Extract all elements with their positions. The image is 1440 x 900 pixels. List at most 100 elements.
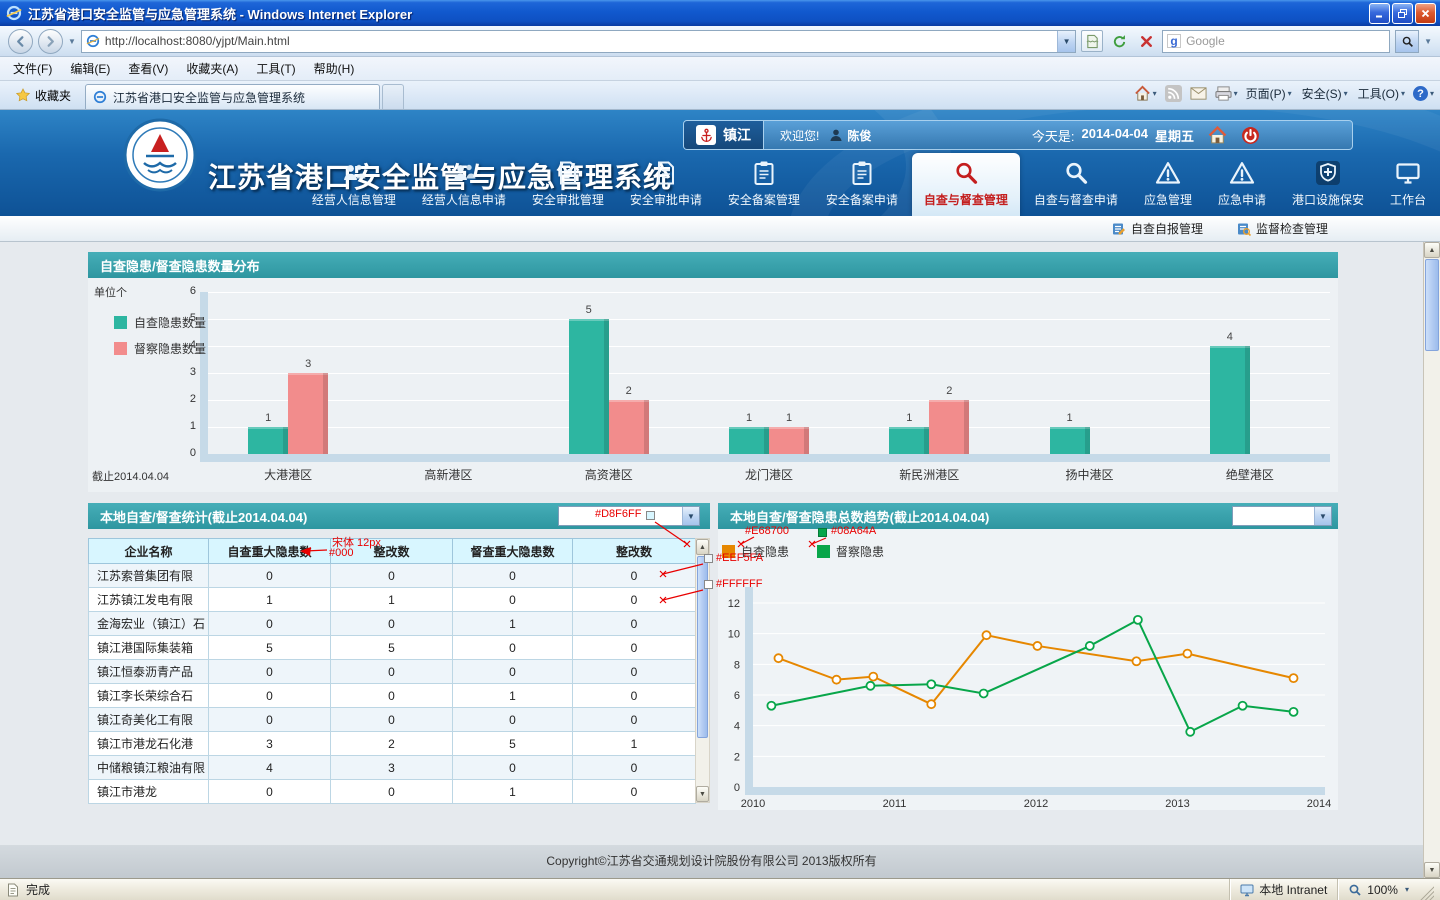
nav-item-8[interactable]: 自查与督查申请 xyxy=(1022,153,1130,216)
search-dropdown-button[interactable]: ▼ xyxy=(1424,37,1432,46)
resize-grip[interactable] xyxy=(1419,885,1434,900)
search-button[interactable] xyxy=(1395,30,1419,53)
star-icon xyxy=(16,88,30,102)
svg-text:2012: 2012 xyxy=(1024,798,1048,810)
menu-item-6[interactable]: 帮助(H) xyxy=(305,57,364,80)
read-mail-icon[interactable] xyxy=(1190,85,1207,102)
feeds-icon[interactable] xyxy=(1165,85,1182,102)
table-row-6[interactable]: 镇江李长荣综合石0010 xyxy=(89,684,696,708)
table-row-9[interactable]: 中储粮镇江粮油有限4300 xyxy=(89,756,696,780)
table-scrollbar-thumb[interactable] xyxy=(697,556,708,738)
trend-filter-dropdown[interactable]: ▼ xyxy=(1232,506,1332,526)
table-scrollbar[interactable]: ▲ ▼ xyxy=(695,538,710,803)
nav-item-5[interactable]: 安全备案管理 xyxy=(716,153,812,216)
page-scroll-down-button[interactable]: ▼ xyxy=(1424,862,1440,878)
document-status-icon xyxy=(6,883,20,897)
nav-item-2[interactable]: 经营人信息申请 xyxy=(410,153,518,216)
refresh-button[interactable] xyxy=(1108,30,1130,52)
page-menu-button[interactable]: 页面(P)▾ xyxy=(1246,85,1292,102)
favorites-button[interactable]: 收藏夹 xyxy=(6,83,81,107)
page-scrollbar-thumb[interactable] xyxy=(1425,259,1439,351)
stop-button[interactable] xyxy=(1135,30,1157,52)
trend-chart-panel: 本地自查/督查隐患总数趋势(截止2014.04.04) ▼ 自查隐患督察隐患 0… xyxy=(718,503,1338,810)
bar-panel-title: 自查隐患/督查隐患数量分布 xyxy=(100,256,260,275)
nav-item-1[interactable]: 经营人信息管理 xyxy=(300,153,408,216)
home-button[interactable]: ▾ xyxy=(1134,85,1157,102)
nav-item-6[interactable]: 安全备案申请 xyxy=(814,153,910,216)
document-icon xyxy=(653,160,679,186)
nav-item-7[interactable]: 自查与督查管理 xyxy=(912,153,1020,216)
menu-item-4[interactable]: 收藏夹(A) xyxy=(177,57,247,80)
intranet-icon xyxy=(1240,883,1254,897)
page-scroll-up-button[interactable]: ▲ xyxy=(1424,242,1440,258)
table-row-8[interactable]: 镇江市港龙石化港3251 xyxy=(89,732,696,756)
forward-button[interactable] xyxy=(38,29,63,54)
search-box[interactable]: g Google xyxy=(1162,30,1390,53)
recent-pages-dropdown[interactable]: ▼ xyxy=(68,37,76,46)
welcome-text: 欢迎您! xyxy=(780,127,819,144)
table-row-1[interactable]: 江苏索普集团有限0000 xyxy=(89,564,696,588)
table-row-4[interactable]: 镇江港国际集装箱5500 xyxy=(89,636,696,660)
table-scroll-down-button[interactable]: ▼ xyxy=(696,786,709,802)
back-button[interactable] xyxy=(8,29,33,54)
dropdown-arrow-icon[interactable]: ▼ xyxy=(682,507,699,525)
user-name: 陈俊 xyxy=(847,127,871,144)
subnav-item-1[interactable]: 自查自报管理 xyxy=(1112,220,1203,237)
new-tab-button[interactable] xyxy=(382,84,404,109)
bar-category-4: 龙门港区 xyxy=(689,466,849,483)
menu-item-2[interactable]: 编辑(E) xyxy=(61,57,119,80)
help-button[interactable]: ?▾ xyxy=(1413,86,1434,101)
page-scrollbar[interactable]: ▲ ▼ xyxy=(1423,242,1440,878)
tools-menu-button[interactable]: 工具(O)▾ xyxy=(1358,85,1405,102)
security-zone: 本地 Intranet xyxy=(1229,879,1337,900)
svg-text:12: 12 xyxy=(728,598,740,610)
bar-series2-cat5 xyxy=(929,400,969,454)
compatibility-view-button[interactable] xyxy=(1081,30,1103,52)
browser-tab[interactable]: 江苏省港口安全监管与应急管理系统 xyxy=(85,84,380,109)
document-icon xyxy=(555,160,581,186)
nav-item-12[interactable]: 工作台 xyxy=(1378,153,1438,216)
table-row-7[interactable]: 镇江奇美化工有限0000 xyxy=(89,708,696,732)
url-dropdown-button[interactable]: ▼ xyxy=(1057,31,1075,52)
nav-item-label: 自查与督查申请 xyxy=(1034,191,1118,208)
nav-item-label: 自查与督查管理 xyxy=(924,191,1008,208)
url-text[interactable]: http://localhost:8080/yjpt/Main.html xyxy=(105,34,1052,48)
clipboard-icon xyxy=(751,160,777,186)
bar-panel-header: 自查隐患/督查隐患数量分布 xyxy=(88,252,1338,278)
dropdown-arrow-icon[interactable]: ▼ xyxy=(1314,507,1331,525)
table-row-5[interactable]: 镇江恒泰沥青产品0000 xyxy=(89,660,696,684)
printer-icon xyxy=(1215,85,1232,102)
minimize-button[interactable] xyxy=(1369,3,1390,24)
print-button[interactable]: ▾ xyxy=(1215,85,1238,102)
nav-item-9[interactable]: 应急管理 xyxy=(1132,153,1204,216)
svg-text:4: 4 xyxy=(734,721,740,733)
table-row-10[interactable]: 镇江市港龙0010 xyxy=(89,780,696,804)
zoom-dropdown-icon[interactable]: ▾ xyxy=(1405,885,1409,894)
bar-category-7: 绝壁港区 xyxy=(1170,466,1330,483)
nav-item-11[interactable]: 港口设施保安 xyxy=(1280,153,1376,216)
nav-item-10[interactable]: 应急申请 xyxy=(1206,153,1278,216)
inspect-icon xyxy=(1237,222,1251,236)
zoom-control[interactable]: 100% ▾ xyxy=(1337,879,1419,900)
close-button[interactable] xyxy=(1415,3,1436,24)
city-tag: 镇江 xyxy=(684,121,764,149)
address-bar[interactable]: http://localhost:8080/yjpt/Main.html ▼ xyxy=(81,30,1076,53)
table-row-2[interactable]: 江苏镇江发电有限1100 xyxy=(89,588,696,612)
menu-item-1[interactable]: 文件(F) xyxy=(4,57,61,80)
trend-chart-svg: 02468101220102011201220132014 xyxy=(718,529,1338,810)
logout-power-icon[interactable] xyxy=(1241,126,1260,145)
page-icon xyxy=(86,34,100,48)
restore-button[interactable] xyxy=(1392,3,1413,24)
nav-item-3[interactable]: 安全审批管理 xyxy=(520,153,616,216)
zoom-magnifier-icon xyxy=(1348,883,1362,897)
stats-filter-dropdown[interactable]: ▼ xyxy=(558,506,700,526)
menu-item-3[interactable]: 查看(V) xyxy=(119,57,177,80)
nav-item-4[interactable]: 安全审批申请 xyxy=(618,153,714,216)
table-row-3[interactable]: 金海宏业（镇江）石0010 xyxy=(89,612,696,636)
shield-icon xyxy=(1315,160,1341,186)
subnav-item-2[interactable]: 监督检查管理 xyxy=(1237,220,1328,237)
table-scroll-up-button[interactable]: ▲ xyxy=(696,539,709,555)
home-shortcut-icon[interactable] xyxy=(1208,126,1227,145)
menu-item-5[interactable]: 工具(T) xyxy=(247,57,304,80)
safety-menu-button[interactable]: 安全(S)▾ xyxy=(1302,85,1348,102)
